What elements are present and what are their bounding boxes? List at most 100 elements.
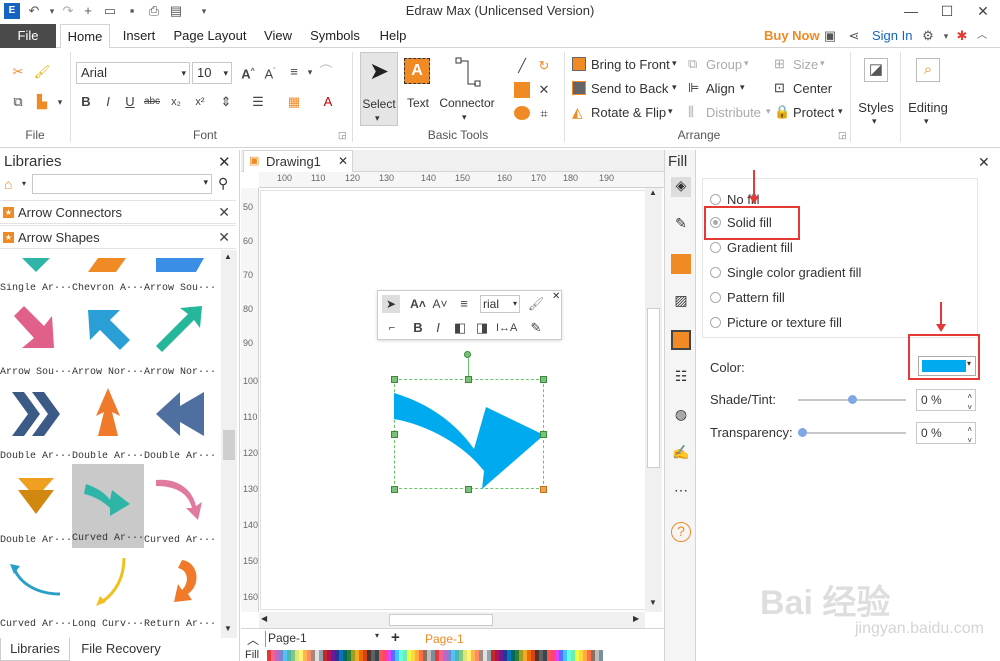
page-selector[interactable]: Page-1 ▾ xyxy=(265,631,381,647)
tab-insert[interactable]: Insert xyxy=(114,24,164,48)
line-panel-icon[interactable]: ✎ xyxy=(671,215,691,235)
rotate-flip-button[interactable]: ◭ Rotate & Flip ▾ xyxy=(572,104,682,122)
scroll-up-icon[interactable]: ▲ xyxy=(649,188,657,197)
tab-symbols[interactable]: Symbols xyxy=(304,24,366,48)
format-painter-icon[interactable]: 🖌 xyxy=(32,62,52,82)
settings-dropdown-icon[interactable]: ▾ xyxy=(938,28,954,44)
align-text-icon[interactable]: ≡ xyxy=(454,294,474,314)
ellipse-tool-icon[interactable] xyxy=(514,106,530,120)
text-path-icon[interactable]: ⌒ xyxy=(316,62,336,82)
section-arrow-connectors[interactable]: ★ Arrow Connectors ✕ xyxy=(0,200,236,224)
shape-item[interactable]: Double Ar··· xyxy=(0,466,72,550)
shape-item[interactable]: Arrow Nor··· xyxy=(72,298,144,382)
color-picker-button[interactable]: ▾ xyxy=(918,356,976,376)
bold-icon[interactable]: B xyxy=(408,318,428,338)
resize-handle[interactable] xyxy=(540,431,547,438)
buy-now-link[interactable]: Buy Now xyxy=(764,28,820,43)
connector-tool-button[interactable]: Connector ▾ xyxy=(438,52,496,126)
underline-icon[interactable]: U xyxy=(120,92,140,112)
shade-slider[interactable] xyxy=(798,395,906,404)
scroll-right-icon[interactable]: ▶ xyxy=(633,614,639,623)
send-back-icon[interactable]: ◨ xyxy=(472,318,492,338)
styles-button[interactable]: ◪ Styles ▾ xyxy=(856,52,896,132)
resize-handle[interactable] xyxy=(540,376,547,383)
theme-icon[interactable]: ✱ xyxy=(954,28,970,44)
size-button[interactable]: ⊞ Size ▾ xyxy=(774,56,834,74)
group-button[interactable]: ⧉ Group ▾ xyxy=(688,56,768,74)
option-picture-fill[interactable]: Picture or texture fill xyxy=(710,315,910,331)
distribute-button[interactable]: ⫼ Distribute ▾ xyxy=(688,104,778,122)
shape-item[interactable]: Single Ar··· xyxy=(0,250,72,298)
text-tool-button[interactable]: A Text xyxy=(400,52,436,126)
tab-file-recovery[interactable]: File Recovery xyxy=(76,638,166,661)
canvas-vertical-scrollbar[interactable]: ▲ ▼ xyxy=(645,188,662,612)
arc-tool-icon[interactable]: ↻ xyxy=(534,56,554,76)
bold-icon[interactable]: B xyxy=(76,92,96,112)
subscript-icon[interactable]: x₂ xyxy=(166,92,186,112)
shape-item[interactable]: Double Ar··· xyxy=(144,382,216,466)
close-section-icon[interactable]: ✕ xyxy=(218,229,230,246)
superscript-icon[interactable]: x² xyxy=(190,92,210,112)
section-arrow-shapes[interactable]: ★ Arrow Shapes ✕ xyxy=(0,225,236,249)
palette-swatch[interactable] xyxy=(599,650,603,661)
rotation-handle[interactable] xyxy=(464,351,471,358)
globe-icon[interactable]: ◍ xyxy=(671,406,691,426)
radio-single-color-gradient[interactable] xyxy=(710,267,721,278)
resize-handle[interactable] xyxy=(391,486,398,493)
tab-view[interactable]: View xyxy=(256,24,300,48)
tab-home[interactable]: Home xyxy=(60,24,110,49)
close-fill-panel-icon[interactable]: ✕ xyxy=(978,154,990,171)
cross-tool-icon[interactable]: ✕ xyxy=(534,80,554,100)
font-size-select[interactable]: 10 ▾ xyxy=(192,62,232,84)
paste-icon[interactable]: ▙ xyxy=(32,92,52,112)
select-tool-button[interactable]: ➤ Select ▾ xyxy=(360,52,398,126)
share-icon[interactable]: ⋖ xyxy=(846,28,862,44)
bring-front-icon[interactable]: ◧ xyxy=(450,318,470,338)
center-button[interactable]: ⊡ Center xyxy=(774,80,834,98)
fill-panel-icon[interactable]: ◈ xyxy=(671,177,691,197)
option-single-color-gradient[interactable]: Single color gradient fill xyxy=(710,265,910,281)
close-section-icon[interactable]: ✕ xyxy=(218,204,230,221)
comment-icon[interactable]: ⋯ xyxy=(671,482,691,502)
grow-font-icon[interactable]: A^ xyxy=(238,62,258,82)
grow-font-icon[interactable]: A˄ xyxy=(408,294,428,314)
align-button[interactable]: ⊫ Align ▾ xyxy=(688,80,768,98)
library-search-input[interactable]: ▾ xyxy=(32,174,212,194)
line-spacing-icon[interactable]: ⇕ xyxy=(216,92,236,112)
line-tool-icon[interactable]: ╱ xyxy=(512,56,532,76)
resize-handle[interactable] xyxy=(391,431,398,438)
shape-item[interactable]: Double Ar··· xyxy=(72,382,144,466)
shade-slider-knob[interactable] xyxy=(848,395,857,404)
spin-down-icon[interactable]: ˅ xyxy=(967,398,972,418)
text-background-icon[interactable]: ▦ xyxy=(284,92,304,112)
scroll-thumb[interactable] xyxy=(389,614,493,626)
pointer-icon[interactable]: ➤ xyxy=(382,295,400,313)
scroll-left-icon[interactable]: ◀ xyxy=(261,614,267,623)
curved-arrow-shape[interactable] xyxy=(394,379,544,491)
scroll-down-icon[interactable]: ▼ xyxy=(224,624,232,633)
scroll-up-icon[interactable]: ▲ xyxy=(224,252,232,261)
spin-down-icon[interactable]: ˅ xyxy=(967,431,972,451)
maximize-icon[interactable]: ☐ xyxy=(930,0,964,22)
scroll-thumb[interactable] xyxy=(223,430,235,460)
radio-no-fill[interactable] xyxy=(710,194,721,205)
shadow-panel-icon[interactable] xyxy=(671,254,691,274)
font-dialog-launcher-icon[interactable]: ◲ xyxy=(338,130,347,141)
shape-item[interactable]: Long Curv··· xyxy=(72,550,144,627)
tab-help[interactable]: Help xyxy=(372,24,414,48)
ribbon-collapse-icon[interactable]: ︿ xyxy=(974,28,990,44)
tab-page-layout[interactable]: Page Layout xyxy=(168,24,252,48)
tab-file[interactable]: File xyxy=(0,24,56,48)
shape-item[interactable]: Arrow Sou··· xyxy=(144,250,216,298)
minimize-icon[interactable]: — xyxy=(894,0,928,22)
strikethrough-icon[interactable]: abc xyxy=(142,92,162,112)
protect-button[interactable]: 🔒 Protect ▾ xyxy=(774,104,846,122)
text-size-icon[interactable]: I↔A xyxy=(496,318,517,338)
shade-input[interactable]: 0 % ˄ ˅ xyxy=(916,389,976,412)
resize-handle[interactable] xyxy=(465,486,472,493)
bullets-icon[interactable]: ☰ xyxy=(248,92,268,112)
italic-icon[interactable]: I xyxy=(428,318,448,338)
transparency-slider-knob[interactable] xyxy=(798,428,807,437)
home-dropdown-icon[interactable]: ▾ xyxy=(22,179,26,188)
shape-item[interactable]: Curved Ar··· xyxy=(0,550,72,627)
